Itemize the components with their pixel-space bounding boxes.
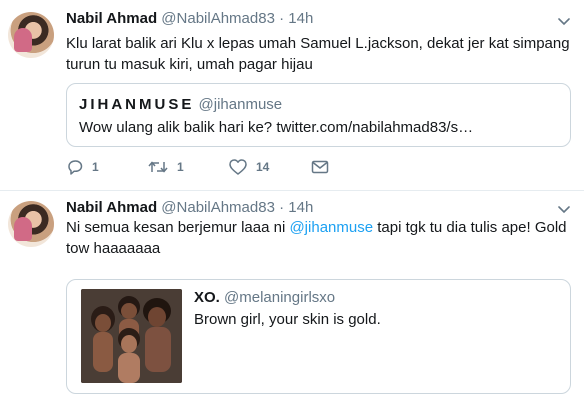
- quoted-tweet[interactable]: JIHANMUSE @jihanmuse Wow ulang alik bali…: [66, 83, 571, 147]
- timestamp[interactable]: 14h: [288, 10, 313, 27]
- quoted-tweet-text: Brown girl, your skin is gold.: [194, 311, 381, 328]
- separator: ·: [279, 199, 285, 216]
- tweet-text-part: Ni semua kesan berjemur laaa ni: [66, 219, 290, 236]
- author-name[interactable]: Nabil Ahmad: [66, 10, 157, 27]
- tweet[interactable]: Nabil Ahmad @NabilAhmad83 · 14h Ni semua…: [0, 191, 584, 403]
- tweet-text: Klu larat balik ari Klu x lepas umah Sam…: [66, 35, 570, 73]
- quoted-tweet-image[interactable]: [81, 289, 182, 383]
- heart-icon: [229, 159, 247, 175]
- tweet-text: Ni semua kesan berjemur laaa ni @jihanmu…: [66, 217, 571, 259]
- quoted-author-name: XO.: [194, 289, 220, 306]
- retweet-button[interactable]: 1: [147, 158, 184, 176]
- separator: ·: [279, 10, 285, 27]
- tweet[interactable]: Nabil Ahmad @NabilAhmad83 · 14h Klu lara…: [0, 0, 584, 191]
- mention-link[interactable]: @jihanmuse: [289, 219, 373, 236]
- timestamp[interactable]: 14h: [288, 199, 313, 216]
- avatar[interactable]: [8, 201, 54, 247]
- quoted-author-handle: @melaningirlsxo: [224, 289, 336, 306]
- quoted-author-name: JIHANMUSE: [79, 96, 195, 113]
- reply-button[interactable]: 1: [66, 158, 99, 176]
- direct-message-button[interactable]: [310, 158, 330, 176]
- retweet-icon: [148, 161, 168, 173]
- quoted-tweet-text: Wow ulang alik balik hari ke? twitter.co…: [79, 119, 474, 136]
- author-name[interactable]: Nabil Ahmad: [66, 199, 157, 216]
- avatar[interactable]: [8, 12, 54, 58]
- tweet-header: Nabil Ahmad @NabilAhmad83 · 14h: [66, 10, 313, 27]
- reply-count: 1: [92, 160, 99, 174]
- quoted-tweet[interactable]: XO. @melaningirlsxo Brown girl, your ski…: [66, 279, 571, 394]
- like-button[interactable]: 14: [228, 158, 269, 176]
- retweet-count: 1: [177, 160, 184, 174]
- tweet-header: Nabil Ahmad @NabilAhmad83 · 14h: [66, 199, 313, 216]
- chevron-down-icon[interactable]: [558, 202, 570, 214]
- author-handle[interactable]: @NabilAhmad83: [161, 199, 275, 216]
- like-count: 14: [256, 160, 270, 174]
- quoted-author-handle: @jihanmuse: [198, 96, 283, 113]
- author-handle[interactable]: @NabilAhmad83: [161, 10, 275, 27]
- chevron-down-icon[interactable]: [558, 14, 570, 26]
- envelope-icon: [311, 160, 329, 174]
- tweet-actions: 1 1 14: [66, 158, 366, 182]
- reply-icon: [68, 160, 83, 175]
